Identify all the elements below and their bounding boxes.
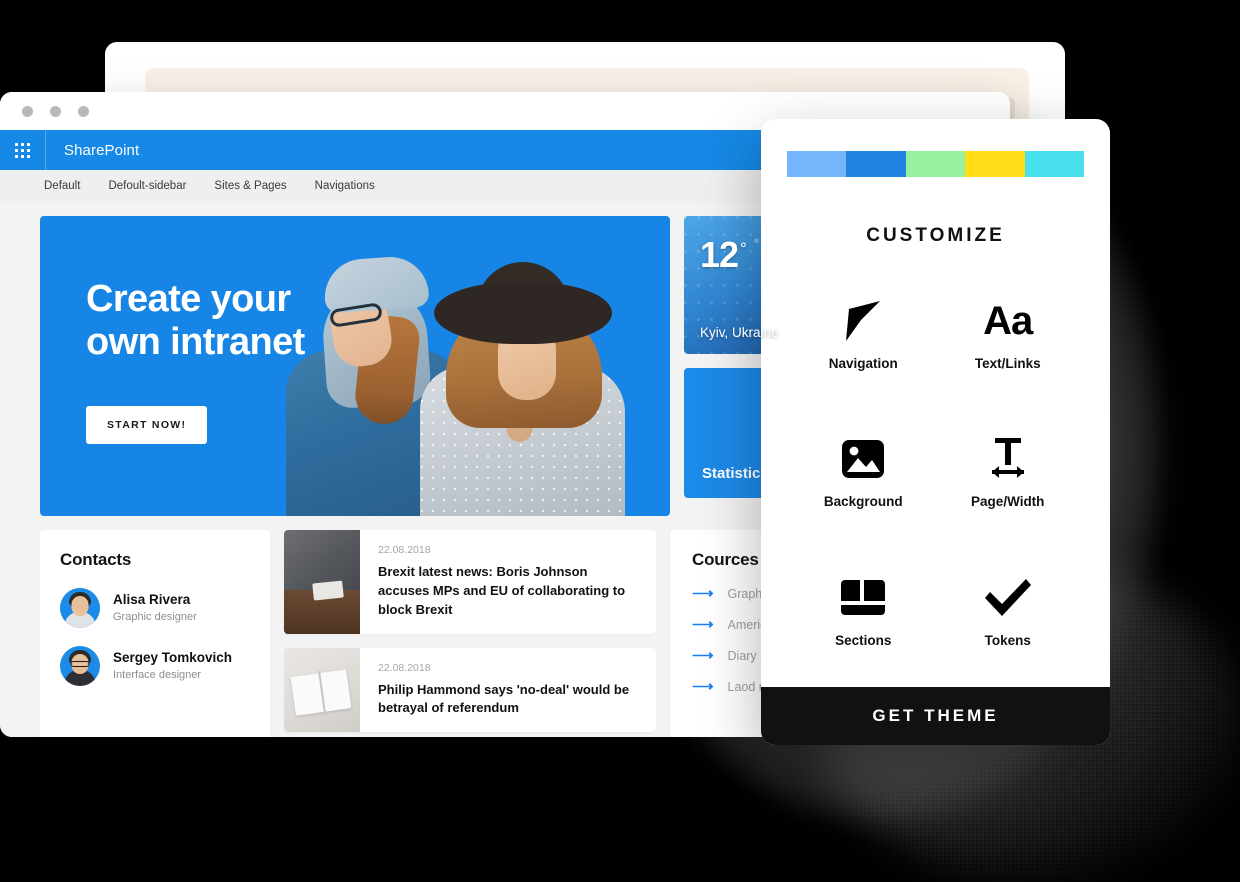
avatar <box>60 588 100 628</box>
option-label: Background <box>823 494 903 510</box>
swatch-blue[interactable] <box>846 151 906 177</box>
weather-temperature: 12 ° <box>700 234 747 276</box>
cursor-arrow-icon <box>842 298 884 344</box>
hero-column: Create your own intranet START NOW! <box>40 216 670 516</box>
aa-typography-icon: Aa <box>983 298 1033 344</box>
news-thumbnail <box>284 530 360 634</box>
news-date: 22.08.2018 <box>378 661 431 674</box>
sections-layout-icon <box>839 575 887 621</box>
waffle-dots <box>15 142 30 158</box>
hero-person-right <box>420 262 635 516</box>
option-label: Sections <box>835 633 892 649</box>
list-item[interactable]: 22.08.2018 Brexit latest news: Boris Joh… <box>284 530 656 634</box>
news-thumbnail <box>284 647 360 733</box>
contacts-title: Contacts <box>60 550 132 569</box>
sharepoint-title: SharePoint <box>64 141 140 159</box>
option-sections[interactable]: Sections <box>791 542 936 681</box>
image-icon <box>841 436 885 482</box>
screenshot-stage: SharePoint Default Defoult-sidebar Sites… <box>0 0 1240 882</box>
waffle-grid-icon[interactable] <box>0 130 46 170</box>
hero-heading: Create your own intranet <box>86 278 305 363</box>
swatch-green[interactable] <box>905 151 966 177</box>
subnav-item-sites-pages[interactable]: Sites & Pages <box>214 180 286 192</box>
contact-name: Sergey Tomkovich <box>113 649 233 665</box>
customize-options-grid: Navigation Aa Text/Links Background Page… <box>761 247 1110 687</box>
arrow-right-icon: ⟶ <box>692 678 714 695</box>
arrow-right-icon: ⟶ <box>692 585 714 602</box>
list-item[interactable]: 22.08.2018 Philip Hammond says 'no-deal'… <box>284 647 656 733</box>
weather-location: Kyiv, Ukraine <box>700 325 779 340</box>
option-label: Text/Links <box>974 355 1041 371</box>
window-close-dot[interactable] <box>22 105 33 117</box>
avatar <box>60 646 100 686</box>
page-title: CUSTOMIZE <box>866 225 1005 246</box>
get-theme-button[interactable]: GET THEME <box>761 687 1110 745</box>
option-page-width[interactable]: Page/Width <box>936 404 1081 543</box>
hero-text-block: Create your own intranet <box>86 278 305 364</box>
option-label: Tokens <box>984 633 1031 649</box>
page-width-icon <box>984 436 1032 482</box>
contact-role: Interface designer <box>113 668 202 681</box>
theme-swatch-row <box>787 151 1085 177</box>
news-title: Philip Hammond says 'no-deal' would be b… <box>378 681 630 716</box>
aa-glyph: Aa <box>983 298 1033 343</box>
option-text-links[interactable]: Aa Text/Links <box>936 265 1081 404</box>
contact-role: Graphic designer <box>113 610 197 623</box>
news-list: 22.08.2018 Brexit latest news: Boris Joh… <box>284 530 656 737</box>
degree-symbol-icon: ° <box>740 239 747 258</box>
swatch-light-blue[interactable] <box>787 151 847 177</box>
window-minimize-dot[interactable] <box>50 105 61 117</box>
option-tokens[interactable]: Tokens <box>936 542 1081 681</box>
option-navigation[interactable]: Navigation <box>791 265 936 404</box>
list-item[interactable]: Alisa Rivera Graphic designer <box>60 588 250 628</box>
swatch-yellow[interactable] <box>965 151 1025 177</box>
hero-banner: Create your own intranet START NOW! <box>40 216 670 516</box>
option-label: Navigation <box>828 355 898 371</box>
arrow-right-icon: ⟶ <box>692 616 714 633</box>
subnav-item-default[interactable]: Default <box>44 180 80 192</box>
option-label: Page/Width <box>971 494 1045 510</box>
checkmark-icon <box>983 575 1033 621</box>
customize-panel: CUSTOMIZE Navigation Aa Text/Links Backg… <box>761 119 1110 745</box>
arrow-right-icon: ⟶ <box>692 647 714 664</box>
list-item[interactable]: Sergey Tomkovich Interface designer <box>60 646 250 686</box>
option-background[interactable]: Background <box>791 404 936 543</box>
hero-photo <box>262 216 652 516</box>
window-maximize-dot[interactable] <box>78 105 89 117</box>
start-now-button[interactable]: START NOW! <box>86 406 208 444</box>
subnav-item-navigations[interactable]: Navigations <box>315 180 375 192</box>
subnav-item-defoult-sidebar[interactable]: Defoult-sidebar <box>108 180 186 192</box>
news-date: 22.08.2018 <box>378 544 431 556</box>
contact-name: Alisa Rivera <box>113 591 191 607</box>
weather-temp-value: 12 <box>700 234 739 275</box>
contacts-panel: Contacts Alisa Rivera Graphic designer S… <box>40 530 270 737</box>
news-title: Brexit latest news: Boris Johnson accuse… <box>378 564 626 617</box>
statistics-label: Statistics <box>702 465 769 482</box>
swatch-cyan[interactable] <box>1024 151 1085 177</box>
